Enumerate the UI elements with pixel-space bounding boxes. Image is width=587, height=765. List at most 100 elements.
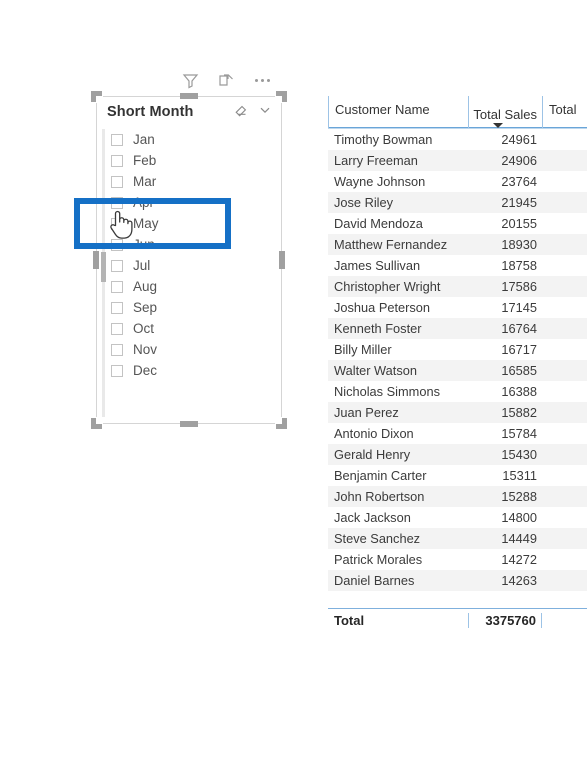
cell-customer-name: Billy Miller	[334, 342, 392, 357]
focus-mode-icon[interactable]	[216, 70, 236, 90]
slicer-header-actions	[233, 102, 273, 123]
chevron-down-icon[interactable]	[257, 102, 273, 123]
resize-handle-top-right[interactable]	[275, 91, 287, 103]
table-row[interactable]: Matthew Fernandez 18930	[328, 234, 587, 255]
slicer-checkbox[interactable]	[111, 364, 123, 377]
table-row[interactable]: Kenneth Foster 16764	[328, 318, 587, 339]
resize-handle-bottom[interactable]	[180, 421, 198, 427]
slicer-checkbox[interactable]	[111, 133, 123, 146]
slicer-checkbox[interactable]	[111, 238, 123, 251]
visual-header-toolbar	[180, 68, 280, 92]
table-row[interactable]: David Mendoza 20155	[328, 213, 587, 234]
cell-customer-name: Timothy Bowman	[334, 132, 433, 147]
slicer-item-label: Apr	[133, 195, 155, 210]
slicer-item[interactable]: Sep	[97, 297, 281, 318]
more-options-icon[interactable]	[252, 70, 272, 90]
slicer-item[interactable]: Mar	[97, 171, 281, 192]
cell-total-sales: 14263	[501, 573, 537, 588]
column-header-total-sales-label: Total Sales	[473, 107, 537, 122]
column-header-total-sales[interactable]: Total Sales	[468, 96, 542, 128]
slicer-item-label: Sep	[133, 300, 158, 315]
slicer-checkbox[interactable]	[111, 154, 123, 167]
slicer-item[interactable]: Jan	[97, 129, 281, 150]
slicer-item-label: Aug	[133, 279, 158, 294]
cell-customer-name: Wayne Johnson	[334, 174, 426, 189]
slicer-header: Short Month	[97, 97, 281, 127]
slicer-checkbox[interactable]	[111, 301, 123, 314]
slicer-item[interactable]: Apr	[97, 192, 281, 213]
resize-handle-top[interactable]	[180, 93, 198, 99]
cell-total-sales: 20155	[501, 216, 537, 231]
table-row[interactable]: Gerald Henry 15430	[328, 444, 587, 465]
cell-customer-name: Antonio Dixon	[334, 426, 414, 441]
slicer-item-label: Nov	[133, 342, 158, 357]
table-row[interactable]: Jose Riley 21945	[328, 192, 587, 213]
slicer-checkbox[interactable]	[111, 175, 123, 188]
cell-total-sales: 24906	[501, 153, 537, 168]
total-sales-value: 3375760	[468, 613, 542, 628]
column-header-total[interactable]: Total	[542, 96, 587, 128]
table-row[interactable]: Joshua Peterson 17145	[328, 297, 587, 318]
short-month-slicer[interactable]: Short Month Jan Feb Mar Apr May Jun Jul Aug Sep O…	[91, 91, 287, 429]
table-row[interactable]: Wayne Johnson 23764	[328, 171, 587, 192]
slicer-item[interactable]: Dec	[97, 360, 281, 381]
cell-total-sales: 23764	[501, 174, 537, 189]
slicer-checkbox[interactable]	[111, 280, 123, 293]
filter-icon[interactable]	[180, 70, 200, 90]
cell-customer-name: Matthew Fernandez	[334, 237, 448, 252]
resize-handle-bottom-right[interactable]	[275, 417, 287, 429]
slicer-item-label: Jun	[133, 237, 155, 252]
slicer-title: Short Month	[107, 104, 194, 120]
cell-total-sales: 15784	[501, 426, 537, 441]
cell-customer-name: John Robertson	[334, 489, 425, 504]
cell-total-sales: 14800	[501, 510, 537, 525]
resize-handle-left[interactable]	[93, 251, 99, 269]
resize-handle-right[interactable]	[279, 251, 285, 269]
table-row[interactable]: Juan Perez 15882	[328, 402, 587, 423]
cell-customer-name: Gerald Henry	[334, 447, 411, 462]
cell-total-sales: 15430	[501, 447, 537, 462]
slicer-item-label: Jan	[133, 132, 155, 147]
slicer-item[interactable]: Nov	[97, 339, 281, 360]
slicer-checkbox[interactable]	[111, 343, 123, 356]
table-row[interactable]: Larry Freeman 24906	[328, 150, 587, 171]
slicer-item[interactable]: Aug	[97, 276, 281, 297]
table-row[interactable]: John Robertson 15288	[328, 486, 587, 507]
slicer-item[interactable]: Jun	[97, 234, 281, 255]
slicer-checkbox[interactable]	[111, 322, 123, 335]
table-row[interactable]: Antonio Dixon 15784	[328, 423, 587, 444]
customer-sales-table[interactable]: Customer Name Total Sales Total Timothy …	[328, 96, 587, 631]
cell-customer-name: Nicholas Simmons	[334, 384, 440, 399]
table-row[interactable]: Nicholas Simmons 16388	[328, 381, 587, 402]
table-total-row: Total 3375760	[328, 608, 587, 631]
table-row[interactable]: Daniel Barnes 14263	[328, 570, 587, 591]
slicer-checkbox[interactable]	[111, 196, 123, 209]
slicer-item[interactable]: May	[97, 213, 281, 234]
table-row[interactable]: Jack Jackson 14800	[328, 507, 587, 528]
table-row[interactable]: Timothy Bowman 24961	[328, 129, 587, 150]
cell-customer-name: James Sullivan	[334, 258, 421, 273]
slicer-item[interactable]: Oct	[97, 318, 281, 339]
slicer-item[interactable]: Jul	[97, 255, 281, 276]
table-row[interactable]: James Sullivan 18758	[328, 255, 587, 276]
clear-selections-icon[interactable]	[233, 102, 249, 123]
sort-descending-icon	[493, 123, 503, 128]
resize-handle-bottom-left[interactable]	[91, 417, 103, 429]
slicer-item-label: May	[133, 216, 159, 231]
table-row[interactable]: Billy Miller 16717	[328, 339, 587, 360]
cell-total-sales: 16764	[501, 321, 537, 336]
table-row[interactable]: Steve Sanchez 14449	[328, 528, 587, 549]
table-row[interactable]: Christopher Wright 17586	[328, 276, 587, 297]
cell-customer-name: Larry Freeman	[334, 153, 418, 168]
cell-total-sales: 15288	[501, 489, 537, 504]
column-header-customer-name[interactable]: Customer Name	[328, 96, 468, 128]
slicer-checkbox[interactable]	[111, 259, 123, 272]
cell-customer-name: Joshua Peterson	[334, 300, 431, 315]
slicer-item[interactable]: Feb	[97, 150, 281, 171]
slicer-item-list: Jan Feb Mar Apr May Jun Jul Aug Sep Oct Nov Dec	[97, 127, 281, 423]
resize-handle-top-left[interactable]	[91, 91, 103, 103]
table-row[interactable]: Walter Watson 16585	[328, 360, 587, 381]
table-row[interactable]: Patrick Morales 14272	[328, 549, 587, 570]
table-row[interactable]: Benjamin Carter 15311	[328, 465, 587, 486]
slicer-checkbox[interactable]	[111, 217, 123, 230]
